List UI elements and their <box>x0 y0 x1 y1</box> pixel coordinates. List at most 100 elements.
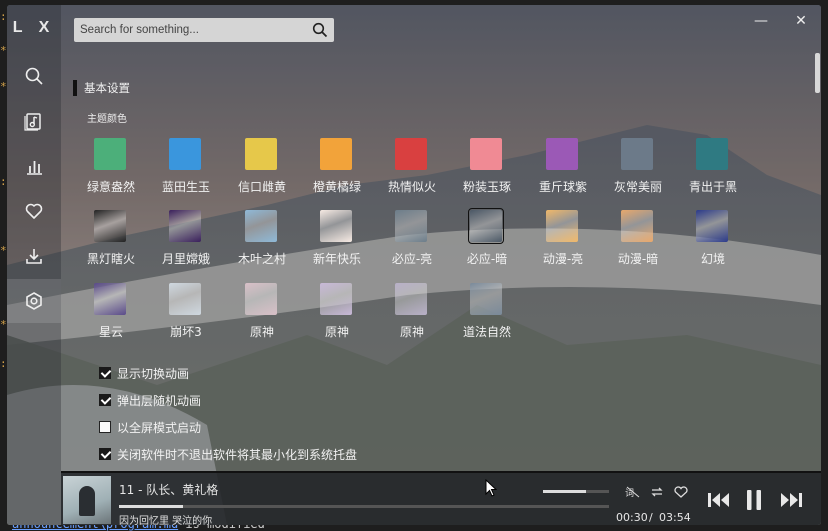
search-input[interactable] <box>74 18 316 42</box>
volume-slider[interactable] <box>543 490 609 493</box>
sidebar-item-download[interactable] <box>7 234 61 278</box>
theme-option[interactable]: 道法自然 <box>449 283 525 353</box>
theme-color-swatch <box>395 138 427 170</box>
theme-option[interactable]: 黑灯瞎火 <box>73 210 149 280</box>
minimize-button[interactable]: — <box>752 13 770 29</box>
theme-option[interactable]: 原神 <box>374 283 450 353</box>
theme-option[interactable]: 动漫-暗 <box>600 210 676 280</box>
theme-option[interactable]: 绿意盎然 <box>73 138 149 208</box>
theme-option-label: 动漫-暗 <box>617 252 659 266</box>
theme-image-thumbnail <box>320 210 352 242</box>
search-icon <box>25 67 43 85</box>
checkbox[interactable] <box>99 448 111 460</box>
theme-option-label: 热情似火 <box>387 180 436 194</box>
song-title: 11 - 队长、黄礼格 <box>119 483 219 497</box>
theme-option[interactable]: 必应-暗 <box>449 208 525 280</box>
theme-option-label: 幻境 <box>700 252 725 266</box>
theme-image-thumbnail <box>468 208 504 244</box>
setting-checkbox-row[interactable]: 显示切换动画 <box>99 365 189 381</box>
theme-option[interactable]: 原神 <box>224 283 300 353</box>
close-icon: ✕ <box>795 13 807 29</box>
pause-button[interactable] <box>743 489 765 511</box>
sidebar-item-my-list[interactable] <box>7 189 61 233</box>
lyric-toggle-icon[interactable]: 词 <box>625 485 641 499</box>
theme-option[interactable]: 信口雌黄 <box>224 138 300 208</box>
chart-icon <box>27 161 42 175</box>
setting-checkbox-row[interactable]: 以全屏模式启动 <box>99 419 201 435</box>
minimize-icon: — <box>754 13 768 29</box>
theme-option[interactable]: 必应-亮 <box>374 210 450 280</box>
sidebar-item-search[interactable] <box>7 54 61 98</box>
settings-panel: 基本设置 主题颜色 绿意盎然 蓝田生玉 信口雌黄 橙黄橘绿 热情似火 粉装玉琢 重斤球紫 灰常… <box>61 50 813 470</box>
theme-option-label: 原神 <box>324 325 349 339</box>
like-icon[interactable] <box>673 485 689 499</box>
theme-option[interactable]: 橙黄橘绿 <box>299 138 375 208</box>
theme-image-thumbnail <box>169 210 201 242</box>
search-icon[interactable] <box>312 22 328 38</box>
checkbox-label: 以全屏模式启动 <box>117 420 202 435</box>
next-track-button[interactable] <box>779 491 803 509</box>
close-button[interactable]: ✕ <box>792 13 810 29</box>
theme-image-thumbnail <box>546 210 578 242</box>
theme-option[interactable]: 重斤球紫 <box>525 138 601 208</box>
theme-color-swatch <box>245 138 277 170</box>
theme-option-label: 原神 <box>249 325 274 339</box>
theme-option[interactable]: 木叶之村 <box>224 210 300 280</box>
album-cover[interactable] <box>63 476 111 524</box>
theme-option-label: 粉装玉琢 <box>462 180 511 194</box>
theme-option-label: 原神 <box>399 325 424 339</box>
theme-option[interactable]: 幻境 <box>675 210 751 280</box>
theme-color-swatch <box>621 138 653 170</box>
checkbox[interactable] <box>99 394 111 406</box>
theme-color-swatch <box>546 138 578 170</box>
theme-option[interactable]: 星云 <box>73 283 149 353</box>
settings-icon <box>26 292 42 310</box>
theme-color-swatch <box>94 138 126 170</box>
sidebar-item-leaderboard[interactable] <box>7 144 61 188</box>
setting-checkbox-row[interactable]: 关闭软件时不退出软件将其最小化到系统托盘 <box>99 446 357 462</box>
progress-fill <box>119 505 183 508</box>
download-icon <box>26 249 42 264</box>
theme-option-label: 新年快乐 <box>312 252 361 266</box>
theme-option[interactable]: 粉装玉琢 <box>449 138 525 208</box>
theme-image-thumbnail <box>245 283 277 315</box>
checkbox-label: 弹出层随机动画 <box>117 393 202 408</box>
theme-color-swatch <box>696 138 728 170</box>
checkbox[interactable] <box>99 367 111 379</box>
checkbox[interactable] <box>99 421 111 433</box>
sidebar-item-songlist[interactable] <box>7 99 61 143</box>
theme-option-label: 动漫-亮 <box>542 252 584 266</box>
app-window: L X — ✕ 基本设置 主题颜色 绿意盎然 蓝田生玉 信口雌黄 橙黄橘绿 热情似火 粉装… <box>7 5 821 525</box>
progress-bar[interactable] <box>119 505 609 508</box>
theme-option[interactable]: 月里嫦娥 <box>148 210 224 280</box>
theme-option-label: 星云 <box>98 325 123 339</box>
theme-option-label: 崩坏3 <box>170 325 202 339</box>
mouse-cursor-icon <box>485 479 497 497</box>
theme-option[interactable]: 蓝田生玉 <box>148 138 224 208</box>
theme-image-thumbnail <box>395 210 427 242</box>
theme-option[interactable]: 崩坏3 <box>148 283 224 353</box>
theme-option-label: 道法自然 <box>462 325 511 339</box>
volume-fill <box>543 490 586 493</box>
theme-option-label: 绿意盎然 <box>86 180 135 194</box>
theme-option[interactable]: 新年快乐 <box>299 210 375 280</box>
scrollbar[interactable] <box>815 53 820 93</box>
theme-option[interactable]: 动漫-亮 <box>525 210 601 280</box>
time-separator: / <box>649 511 653 524</box>
theme-image-thumbnail <box>621 210 653 242</box>
current-time: 00:30 <box>616 511 648 524</box>
theme-option-label: 青出于黑 <box>688 180 737 194</box>
sidebar-item-settings[interactable] <box>7 279 61 323</box>
theme-option-label: 木叶之村 <box>237 252 286 266</box>
setting-checkbox-row[interactable]: 弹出层随机动画 <box>99 392 201 408</box>
heart-icon <box>25 203 43 219</box>
checkbox-label: 关闭软件时不退出软件将其最小化到系统托盘 <box>117 447 358 462</box>
theme-option[interactable]: 青出于黑 <box>675 138 751 208</box>
repeat-icon[interactable] <box>649 485 665 499</box>
previous-track-button[interactable] <box>707 491 731 509</box>
lyric-line: 因为回忆里 哭泣的你 <box>119 516 213 525</box>
theme-option-label: 信口雌黄 <box>237 180 286 194</box>
theme-option[interactable]: 灰常美丽 <box>600 138 676 208</box>
theme-option[interactable]: 热情似火 <box>374 138 450 208</box>
theme-option[interactable]: 原神 <box>299 283 375 353</box>
